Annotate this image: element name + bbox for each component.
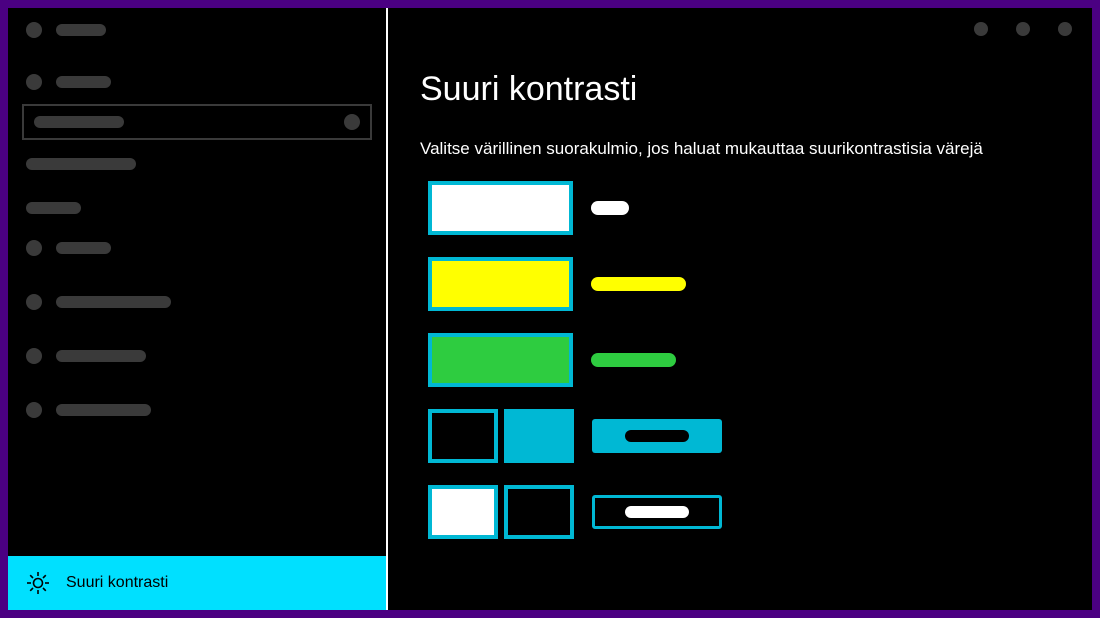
sidebar-item[interactable] [8,332,386,380]
swatch-selected-bg[interactable] [504,409,574,463]
placeholder [26,202,81,214]
sidebar-section-header [8,154,386,180]
nav-icon [26,348,42,364]
close-button[interactable] [1058,22,1072,36]
sidebar-item[interactable] [8,224,386,272]
search-input[interactable] [22,104,372,140]
main-content: Suuri kontrasti Valitse värillinen suora… [388,8,1092,610]
sidebar-item[interactable] [8,278,386,326]
nav-icon [26,294,42,310]
avatar [26,74,42,90]
selected-preview [592,419,722,453]
nav-icon [26,402,42,418]
sidebar-account[interactable] [8,68,386,96]
color-row-selected [428,409,1060,463]
search-icon [344,114,360,130]
color-row-button [428,485,1060,539]
sidebar-group-label [8,198,386,224]
color-options [420,181,1060,539]
sidebar-header [8,16,386,44]
placeholder [625,430,689,442]
color-row-disabled [428,333,1060,387]
label-placeholder [591,353,676,367]
placeholder [56,24,106,36]
swatch-disabled[interactable] [428,333,573,387]
page-title: Suuri kontrasti [420,70,1060,109]
placeholder [34,116,124,128]
nav-icon [26,240,42,256]
sidebar: Suuri kontrasti [8,8,388,610]
sidebar-item-high-contrast[interactable]: Suuri kontrasti [8,556,386,610]
sidebar-item[interactable] [8,386,386,434]
swatch-hyperlink[interactable] [428,257,573,311]
placeholder [56,350,146,362]
placeholder [56,242,111,254]
swatch-button-fg[interactable] [428,485,498,539]
menu-icon[interactable] [26,22,42,38]
placeholder [56,404,151,416]
button-preview [592,495,722,529]
color-row-text [428,181,1060,235]
swatch-button-bg[interactable] [504,485,574,539]
label-placeholder [591,277,686,291]
swatch-pair-selected [428,409,574,463]
label-placeholder [591,201,629,215]
settings-window: Suuri kontrasti Suuri kontrasti Valitse … [8,8,1092,610]
placeholder [56,296,171,308]
window-controls [974,22,1072,36]
swatch-selected-fg[interactable] [428,409,498,463]
placeholder [56,76,111,88]
sidebar-item-label: Suuri kontrasti [66,574,168,592]
placeholder [625,506,689,518]
minimize-button[interactable] [974,22,988,36]
color-row-hyperlink [428,257,1060,311]
page-subtitle: Valitse värillinen suorakulmio, jos halu… [420,139,1060,159]
placeholder [26,158,136,170]
swatch-text[interactable] [428,181,573,235]
maximize-button[interactable] [1016,22,1030,36]
brightness-icon [26,571,50,595]
swatch-pair-button [428,485,574,539]
